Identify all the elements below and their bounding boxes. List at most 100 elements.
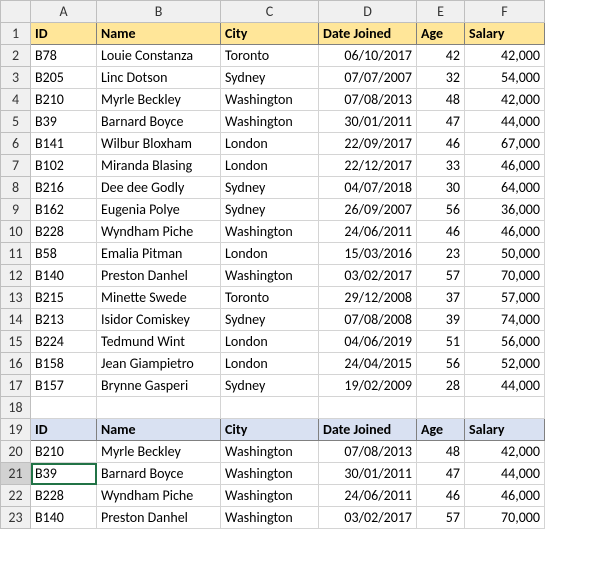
cell[interactable]: 30: [417, 177, 465, 199]
cell[interactable]: Name: [97, 419, 221, 441]
cell[interactable]: Salary: [465, 419, 545, 441]
row-header[interactable]: 14: [1, 309, 31, 331]
row-header[interactable]: 21: [1, 463, 31, 485]
row-header[interactable]: 5: [1, 111, 31, 133]
cell[interactable]: Sydney: [221, 199, 319, 221]
cell[interactable]: 30/01/2011: [319, 111, 417, 133]
cell[interactable]: 29/12/2008: [319, 287, 417, 309]
cell[interactable]: B216: [31, 177, 97, 199]
cell[interactable]: Sydney: [221, 309, 319, 331]
row-header[interactable]: 6: [1, 133, 31, 155]
cell[interactable]: [97, 397, 221, 419]
cell[interactable]: 44,000: [465, 463, 545, 485]
cell[interactable]: B162: [31, 199, 97, 221]
cell[interactable]: Date Joined: [319, 23, 417, 45]
cell[interactable]: Dee dee Godly: [97, 177, 221, 199]
row-header[interactable]: 7: [1, 155, 31, 177]
cell[interactable]: 03/02/2017: [319, 507, 417, 529]
cell[interactable]: Isidor Comiskey: [97, 309, 221, 331]
cell[interactable]: Wilbur Bloxham: [97, 133, 221, 155]
cell[interactable]: 06/10/2017: [319, 45, 417, 67]
cell[interactable]: Myrle Beckley: [97, 441, 221, 463]
cell[interactable]: Wyndham Piche: [97, 221, 221, 243]
cell[interactable]: B157: [31, 375, 97, 397]
cell[interactable]: 48: [417, 89, 465, 111]
cell[interactable]: 52,000: [465, 353, 545, 375]
col-header-E[interactable]: E: [417, 1, 465, 23]
cell-active[interactable]: B39: [31, 463, 97, 485]
cell[interactable]: Louie Constanza: [97, 45, 221, 67]
cell[interactable]: 46,000: [465, 155, 545, 177]
cell[interactable]: 07/08/2013: [319, 441, 417, 463]
col-header-F[interactable]: F: [465, 1, 545, 23]
row-header[interactable]: 18: [1, 397, 31, 419]
cell[interactable]: Sydney: [221, 375, 319, 397]
cell[interactable]: 42,000: [465, 45, 545, 67]
cell[interactable]: Myrle Beckley: [97, 89, 221, 111]
cell[interactable]: 26/09/2007: [319, 199, 417, 221]
cell[interactable]: Sydney: [221, 67, 319, 89]
cell[interactable]: 03/02/2017: [319, 265, 417, 287]
cell[interactable]: 70,000: [465, 507, 545, 529]
cell[interactable]: B158: [31, 353, 97, 375]
cell[interactable]: 47: [417, 111, 465, 133]
cell[interactable]: 28: [417, 375, 465, 397]
select-all-corner[interactable]: [1, 1, 31, 23]
cell[interactable]: [417, 397, 465, 419]
cell[interactable]: 07/07/2007: [319, 67, 417, 89]
cell[interactable]: 39: [417, 309, 465, 331]
cell[interactable]: 22/12/2017: [319, 155, 417, 177]
cell[interactable]: 50,000: [465, 243, 545, 265]
cell[interactable]: 56,000: [465, 331, 545, 353]
cell[interactable]: 24/06/2011: [319, 485, 417, 507]
row-header[interactable]: 10: [1, 221, 31, 243]
cell[interactable]: B210: [31, 441, 97, 463]
cell[interactable]: Washington: [221, 507, 319, 529]
cell[interactable]: London: [221, 331, 319, 353]
cell[interactable]: [319, 397, 417, 419]
cell[interactable]: Washington: [221, 265, 319, 287]
row-header[interactable]: 2: [1, 45, 31, 67]
cell[interactable]: B78: [31, 45, 97, 67]
col-header-A[interactable]: A: [31, 1, 97, 23]
cell[interactable]: Preston Danhel: [97, 265, 221, 287]
cell[interactable]: B210: [31, 89, 97, 111]
cell[interactable]: 22/09/2017: [319, 133, 417, 155]
cell[interactable]: 42: [417, 45, 465, 67]
cell[interactable]: 15/03/2016: [319, 243, 417, 265]
cell[interactable]: ID: [31, 419, 97, 441]
cell[interactable]: Washington: [221, 89, 319, 111]
cell[interactable]: 04/06/2019: [319, 331, 417, 353]
cell[interactable]: Tedmund Wint: [97, 331, 221, 353]
cell[interactable]: 74,000: [465, 309, 545, 331]
cell[interactable]: 23: [417, 243, 465, 265]
cell[interactable]: B58: [31, 243, 97, 265]
row-header[interactable]: 23: [1, 507, 31, 529]
cell[interactable]: London: [221, 155, 319, 177]
cell[interactable]: Name: [97, 23, 221, 45]
row-header[interactable]: 11: [1, 243, 31, 265]
cell[interactable]: 32: [417, 67, 465, 89]
cell[interactable]: 33: [417, 155, 465, 177]
cell[interactable]: 37: [417, 287, 465, 309]
cell[interactable]: 19/02/2009: [319, 375, 417, 397]
cell[interactable]: [31, 397, 97, 419]
cell[interactable]: B141: [31, 133, 97, 155]
cell[interactable]: Sydney: [221, 177, 319, 199]
cell[interactable]: ID: [31, 23, 97, 45]
cell[interactable]: 70,000: [465, 265, 545, 287]
row-header[interactable]: 3: [1, 67, 31, 89]
cell[interactable]: 44,000: [465, 375, 545, 397]
cell[interactable]: 07/08/2008: [319, 309, 417, 331]
cell[interactable]: 46,000: [465, 221, 545, 243]
cell[interactable]: Wyndham Piche: [97, 485, 221, 507]
cell[interactable]: B224: [31, 331, 97, 353]
cell[interactable]: London: [221, 243, 319, 265]
cell[interactable]: Toronto: [221, 45, 319, 67]
cell[interactable]: Washington: [221, 463, 319, 485]
cell[interactable]: Barnard Boyce: [97, 463, 221, 485]
row-header[interactable]: 13: [1, 287, 31, 309]
cell[interactable]: Eugenia Polye: [97, 199, 221, 221]
cell[interactable]: 56: [417, 353, 465, 375]
cell[interactable]: Washington: [221, 441, 319, 463]
